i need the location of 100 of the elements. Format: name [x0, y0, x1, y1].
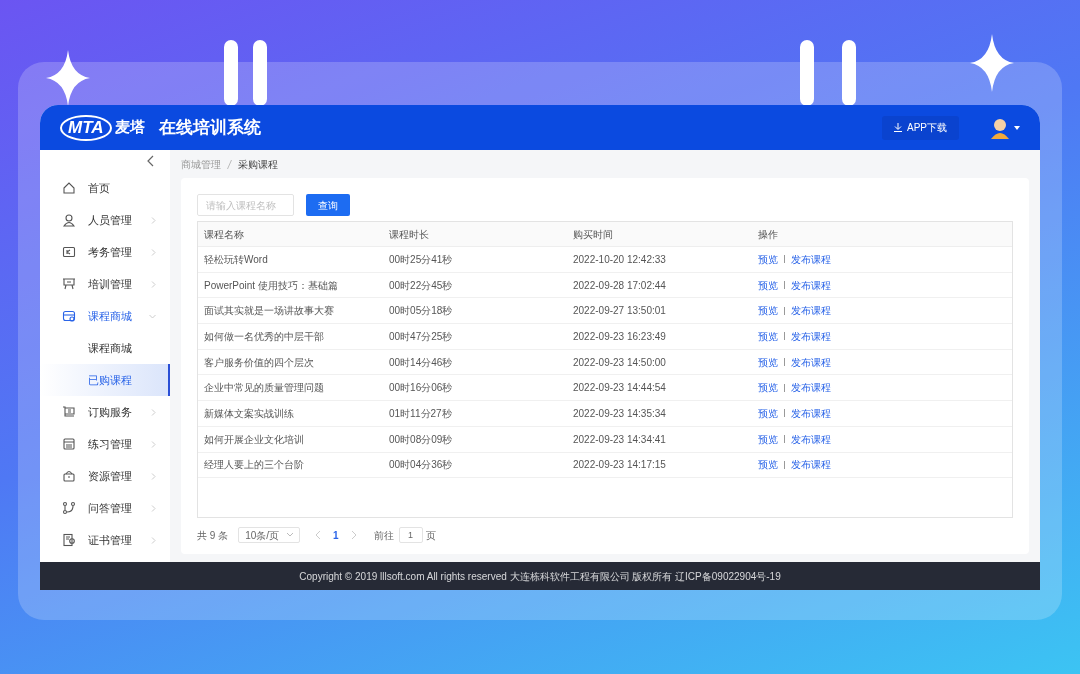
- chevron-right-icon: [151, 280, 156, 288]
- preview-link[interactable]: 预览: [758, 457, 778, 473]
- sparkle-icon: [46, 50, 90, 106]
- preview-link[interactable]: 预览: [758, 251, 778, 267]
- table-cell-text: 新媒体文案实战训练: [203, 406, 295, 421]
- chevron-right-icon: [151, 504, 156, 512]
- chevron-right-icon: [151, 408, 156, 416]
- branch-icon: [62, 501, 76, 515]
- cart-icon: [62, 405, 76, 419]
- table-cell-text: 如何做一名优秀的中层干部: [203, 329, 325, 344]
- page-number[interactable]: 1: [327, 527, 345, 543]
- sidebar-item[interactable]: 考务管理: [40, 236, 170, 268]
- preview-link[interactable]: 预览: [758, 431, 778, 447]
- table-cell-text: 2022-09-23 14:34:41: [572, 432, 667, 447]
- sidebar-item[interactable]: 资源管理: [40, 460, 170, 492]
- sidebar-item[interactable]: 人员管理: [40, 204, 170, 236]
- table-cell-text: 如何开展企业文化培训: [203, 432, 305, 447]
- id-card-icon: [62, 245, 76, 259]
- table-cell-text: 2022-09-23 14:44:54: [572, 381, 667, 396]
- sparkle-icon: [970, 34, 1014, 92]
- table-cell-text: 2022-10-20 12:42:33: [572, 252, 667, 267]
- bag-icon: [62, 469, 76, 483]
- chevron-right-icon: [151, 472, 156, 480]
- goto-suffix: 页: [425, 528, 436, 543]
- calendar-icon: [62, 437, 76, 451]
- publish-link[interactable]: 发布课程: [791, 354, 831, 370]
- binder-ring: [224, 40, 238, 106]
- person-icon: [62, 213, 76, 227]
- preview-link[interactable]: 预览: [758, 303, 778, 319]
- chevron-right-icon: [151, 248, 156, 256]
- page-size-select[interactable]: 10条/页: [238, 527, 301, 543]
- table-cell-text: 2022-09-23 16:23:49: [572, 329, 667, 344]
- table-cell-text: 2022-09-23 14:17:15: [572, 458, 667, 473]
- table-cell-text: 00时25分41秒: [388, 252, 454, 267]
- submenu-item[interactable]: 课程商城: [40, 332, 170, 364]
- publish-link[interactable]: 发布课程: [791, 303, 831, 319]
- download-icon: [894, 123, 902, 132]
- sidebar-item[interactable]: 练习管理: [40, 428, 170, 460]
- table-cell-text: 00时14分46秒: [388, 355, 454, 370]
- breadcrumb-separator: [227, 159, 232, 169]
- sidebar-item[interactable]: 证书管理: [40, 524, 170, 556]
- search-button[interactable]: 查询: [306, 194, 350, 216]
- app-title: 在线培训系统: [158, 116, 261, 139]
- publish-link[interactable]: 发布课程: [791, 328, 831, 344]
- publish-link[interactable]: 发布课程: [791, 380, 831, 396]
- preview-link[interactable]: 预览: [758, 405, 778, 421]
- table-cell-text: 00时16分06秒: [388, 381, 454, 396]
- table-cell-text: PowerPoint 使用技巧：基础篇: [203, 278, 339, 293]
- download-button[interactable]: APP下载: [882, 115, 959, 140]
- binder-ring: [253, 40, 267, 106]
- publish-link[interactable]: 发布课程: [791, 277, 831, 293]
- binder-ring: [800, 40, 814, 106]
- storefront-icon: [62, 309, 76, 323]
- table-cell-text: 2022-09-23 14:35:34: [572, 406, 667, 421]
- table-cell-text: 轻松玩转Word: [203, 252, 269, 267]
- sidebar-item[interactable]: 课程商城: [40, 300, 170, 332]
- sidebar-item[interactable]: 问答管理: [40, 492, 170, 524]
- home-icon: [62, 181, 76, 195]
- table-cell-text: 2022-09-27 13:50:01: [572, 304, 667, 319]
- column-header: 课程名称: [203, 227, 245, 242]
- column-header: 课程时长: [388, 227, 430, 242]
- column-header: 操作: [757, 227, 779, 242]
- table-cell-text: 面试其实就是一场讲故事大赛: [203, 304, 335, 319]
- preview-link[interactable]: 预览: [758, 328, 778, 344]
- goto-label: 前往: [373, 528, 394, 543]
- table-cell-text: 00时22分45秒: [388, 278, 454, 293]
- publish-link[interactable]: 发布课程: [791, 251, 831, 267]
- publish-link[interactable]: 发布课程: [791, 457, 831, 473]
- goto-field[interactable]: 1: [398, 527, 423, 543]
- avatar-icon[interactable]: [989, 116, 1011, 139]
- table-cell-text: 经理人要上的三个台阶: [203, 458, 305, 473]
- sidebar-item[interactable]: 首页: [40, 172, 170, 204]
- publish-link[interactable]: 发布课程: [791, 405, 831, 421]
- certificate-icon: [62, 533, 76, 547]
- sidebar-item[interactable]: 订购服务: [40, 396, 170, 428]
- logo-name: 麦塔: [114, 117, 145, 138]
- preview-link[interactable]: 预览: [758, 277, 778, 293]
- logo-mark: MTA: [68, 119, 104, 136]
- table-cell-text: 00时08分09秒: [388, 432, 454, 447]
- table-cell-text: 00时47分25秒: [388, 329, 454, 344]
- preview-link[interactable]: 预览: [758, 380, 778, 396]
- collapse-icon[interactable]: [147, 155, 154, 167]
- table-cell-text: 2022-09-28 17:02:44: [572, 278, 667, 293]
- table-cell-text: 01时11分27秒: [388, 406, 453, 421]
- publish-link[interactable]: 发布课程: [791, 431, 831, 447]
- table-cell-text: 2022-09-23 14:50:00: [572, 355, 667, 370]
- chevron-down-icon: [149, 313, 156, 319]
- preview-link[interactable]: 预览: [758, 354, 778, 370]
- column-header: 购买时间: [572, 227, 614, 242]
- binder-ring: [842, 40, 856, 106]
- easel-icon: [62, 277, 76, 291]
- table-cell-text: 00时05分18秒: [388, 304, 454, 319]
- total-count: 共 9 条: [197, 528, 229, 543]
- chevron-right-icon: [151, 536, 156, 544]
- chevron-right-icon: [151, 216, 156, 224]
- chevron-right-icon: [151, 440, 156, 448]
- caret-icon: [287, 533, 294, 537]
- sidebar-item[interactable]: 培训管理: [40, 268, 170, 300]
- copyright-text: Copyright © 2019 lllsoft.com All rights reserved 大连栋科软件工程有限公司 版权所有 辽ICP备09022904号-19: [299, 569, 781, 584]
- caret-icon[interactable]: [1014, 125, 1020, 130]
